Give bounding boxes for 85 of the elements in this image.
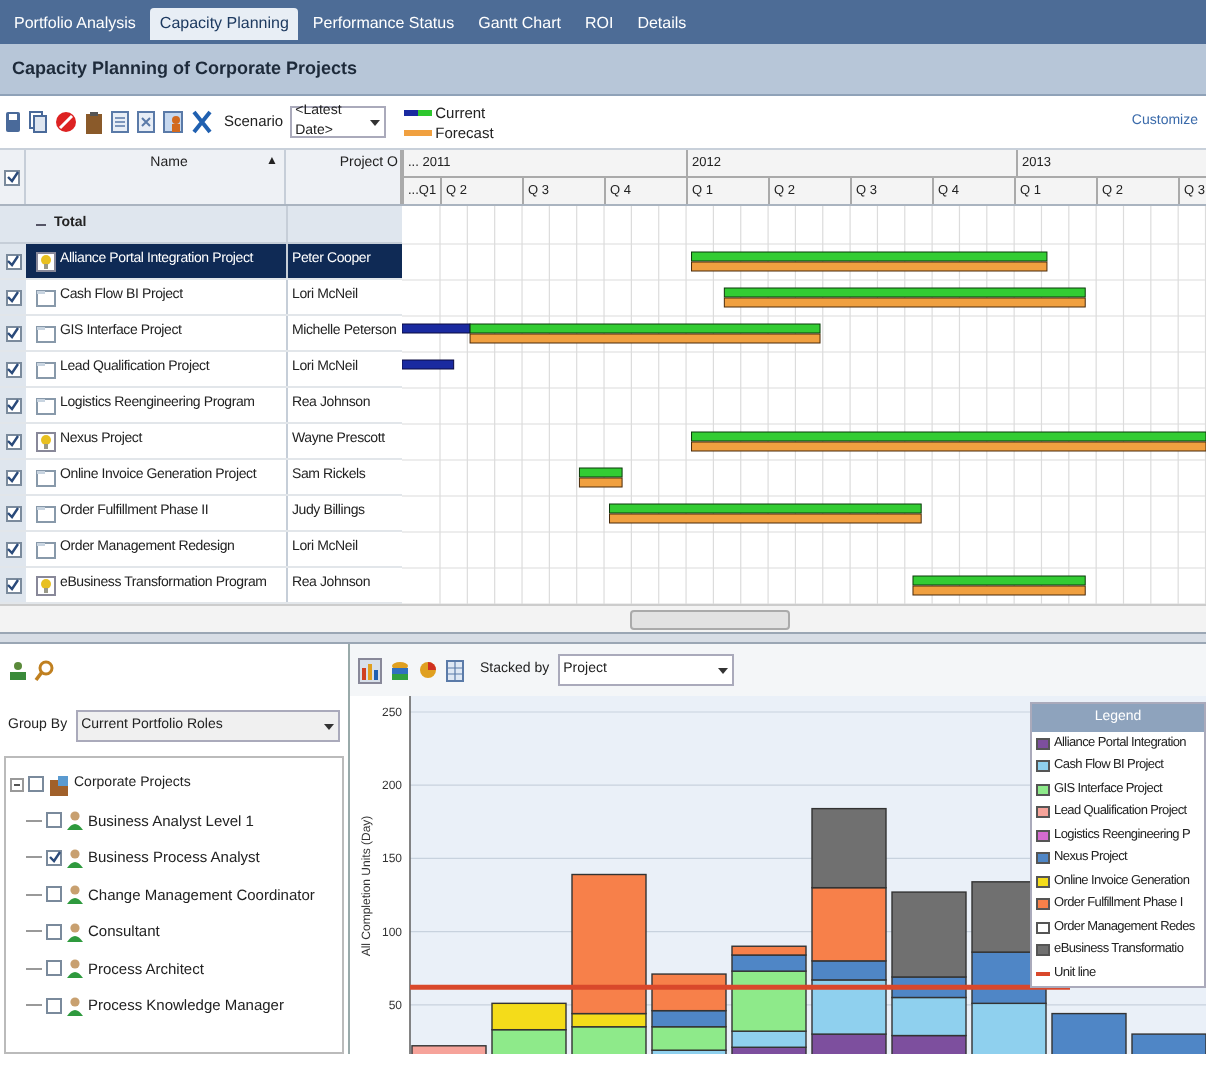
folder-icon <box>36 503 56 523</box>
legend-swatch-icon <box>403 109 432 115</box>
bar <box>1051 1012 1127 1054</box>
bar <box>1131 1033 1206 1054</box>
search-icon[interactable] <box>34 659 54 681</box>
people-icon[interactable] <box>8 659 28 681</box>
tab[interactable]: Gantt Chart <box>468 8 571 40</box>
check-icon <box>6 434 20 448</box>
checkbox[interactable] <box>5 433 21 449</box>
person-icon <box>66 921 84 942</box>
checkbox[interactable] <box>46 997 62 1014</box>
checkbox[interactable] <box>5 577 21 593</box>
person-icon[interactable] <box>162 110 184 134</box>
checkbox[interactable] <box>46 886 62 903</box>
checkbox[interactable] <box>5 469 21 485</box>
checkbox[interactable] <box>5 397 21 413</box>
folder-icon <box>36 287 56 307</box>
bar-chart-icon <box>362 661 378 679</box>
lightbulb-icon <box>36 575 56 595</box>
close-icon[interactable] <box>190 110 214 134</box>
checkbox[interactable] <box>4 169 20 185</box>
pie-chart-icon[interactable] <box>418 659 438 681</box>
tab[interactable]: ROI <box>574 8 624 40</box>
caret-icon <box>717 667 728 673</box>
check-icon <box>6 578 20 592</box>
checkbox[interactable] <box>46 812 62 829</box>
tab[interactable]: Capacity Planning <box>149 8 299 40</box>
person-icon <box>66 810 84 831</box>
tab[interactable]: Performance Status <box>302 8 465 40</box>
folder-icon <box>36 395 56 415</box>
actual-bar <box>402 323 471 334</box>
tab[interactable]: Details <box>627 8 697 40</box>
folder-icon <box>36 323 56 343</box>
checkbox[interactable] <box>5 289 21 305</box>
lightbulb-icon <box>36 251 56 271</box>
page-icon[interactable] <box>110 110 130 134</box>
folder-icon <box>36 467 56 487</box>
check-icon <box>47 850 61 865</box>
check-icon <box>6 254 20 268</box>
clipboard-icon[interactable] <box>84 109 104 135</box>
scrollbar-thumb[interactable] <box>630 609 790 629</box>
briefcase-icon <box>48 773 70 795</box>
check-icon <box>6 326 20 340</box>
actual-bar <box>402 359 455 370</box>
stack-icon[interactable] <box>390 659 410 681</box>
collapse-icon[interactable] <box>10 777 24 791</box>
check-icon <box>6 290 20 304</box>
bar <box>811 807 887 889</box>
check-icon <box>6 398 20 412</box>
checkbox[interactable] <box>5 361 21 377</box>
check-icon <box>6 362 20 376</box>
bar <box>491 1029 567 1054</box>
folder-icon <box>36 539 56 559</box>
checkbox[interactable] <box>5 541 21 557</box>
tab[interactable]: Portfolio Analysis <box>4 8 146 40</box>
bar <box>971 1002 1047 1054</box>
checkbox[interactable] <box>5 325 21 341</box>
checkbox[interactable] <box>46 960 62 977</box>
checkbox[interactable] <box>46 923 62 940</box>
folder-icon <box>36 359 56 379</box>
checkbox[interactable] <box>28 776 44 792</box>
person-icon <box>66 884 84 905</box>
current-bar <box>578 467 623 478</box>
legend-swatch-icon <box>403 129 432 135</box>
lightbulb-icon <box>36 431 56 451</box>
bar-chart-button[interactable] <box>358 657 382 683</box>
bar <box>491 1002 567 1031</box>
caret-icon <box>369 119 380 125</box>
copy-icon[interactable] <box>28 110 48 134</box>
person-icon <box>66 847 84 868</box>
check-icon <box>6 470 20 484</box>
bar <box>411 1045 487 1054</box>
checkbox[interactable] <box>5 253 21 269</box>
check-icon <box>5 170 19 184</box>
forecast-bar <box>578 477 623 488</box>
checkbox[interactable] <box>5 505 21 521</box>
table-icon[interactable] <box>446 659 464 681</box>
person-icon <box>66 995 84 1016</box>
page-title: Capacity Planning of Corporate Projects <box>12 55 358 82</box>
check-icon <box>6 542 20 556</box>
check-icon <box>6 506 20 520</box>
caret-icon <box>324 723 334 729</box>
checkbox[interactable] <box>46 849 62 866</box>
person-icon <box>66 958 84 979</box>
cancel-icon[interactable] <box>54 110 78 134</box>
